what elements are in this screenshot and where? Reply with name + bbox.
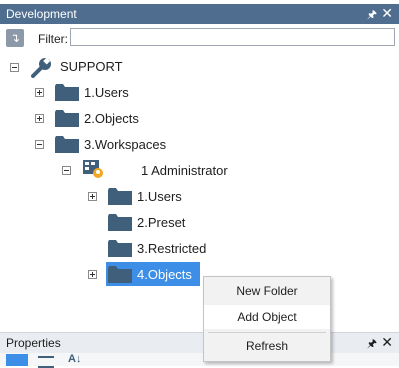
properties-toolbar: A↓ bbox=[0, 353, 399, 368]
tree-node-admin-users[interactable]: 1.Users bbox=[137, 189, 182, 204]
tree-node-restricted[interactable]: 3.Restricted bbox=[137, 241, 206, 256]
tree-node-users[interactable]: 1.Users bbox=[84, 85, 129, 100]
folder-icon bbox=[108, 214, 132, 231]
collapse-workspaces-toggle[interactable] bbox=[35, 140, 44, 149]
expand-objects-toggle[interactable] bbox=[35, 114, 44, 123]
properties-panel-title: Properties bbox=[6, 336, 61, 350]
folder-icon bbox=[55, 84, 79, 101]
expand-admin-objects-toggle[interactable] bbox=[88, 270, 97, 279]
alphabetical-sort-icon[interactable]: A↓ bbox=[68, 353, 81, 365]
close-icon[interactable]: ✕ bbox=[381, 334, 393, 351]
wrench-icon bbox=[31, 57, 51, 78]
context-menu: New Folder Add Object Refresh bbox=[203, 276, 331, 362]
pin-icon[interactable]: 🖈 bbox=[367, 335, 377, 354]
workspace-user-icon bbox=[83, 160, 103, 178]
development-panel-titlebar: Development 🖈 ✕ bbox=[0, 4, 399, 24]
menu-separator bbox=[208, 332, 326, 333]
categorized-view-icon[interactable] bbox=[6, 354, 28, 366]
tree-node-objects[interactable]: 2.Objects bbox=[84, 111, 139, 126]
filter-label: Filter: bbox=[38, 32, 68, 46]
filter-input[interactable] bbox=[70, 28, 395, 46]
expand-admin-users-toggle[interactable] bbox=[88, 192, 97, 201]
list-view-icon[interactable] bbox=[38, 356, 54, 368]
menu-item-refresh[interactable]: Refresh bbox=[204, 334, 330, 358]
menu-item-new-folder[interactable]: New Folder bbox=[204, 279, 330, 303]
expand-users-toggle[interactable] bbox=[35, 88, 44, 97]
tree-node-support[interactable]: SUPPORT bbox=[60, 59, 123, 74]
collapse-administrator-toggle[interactable] bbox=[62, 166, 71, 175]
folder-icon bbox=[108, 188, 132, 205]
tree-node-administrator[interactable]: 1 Administrator bbox=[141, 163, 228, 178]
folder-icon bbox=[108, 266, 132, 283]
navigate-icon[interactable]: ↴ bbox=[6, 29, 24, 47]
tree-node-workspaces[interactable]: 3.Workspaces bbox=[84, 137, 166, 152]
collapse-support-toggle[interactable] bbox=[10, 63, 19, 72]
folder-icon bbox=[108, 240, 132, 257]
development-panel-title: Development bbox=[6, 7, 77, 21]
folder-icon bbox=[55, 110, 79, 127]
menu-item-add-object[interactable]: Add Object bbox=[204, 305, 330, 329]
tree-node-preset[interactable]: 2.Preset bbox=[137, 215, 185, 230]
close-icon[interactable]: ✕ bbox=[381, 5, 393, 22]
properties-panel-titlebar: Properties 🖈 ✕ bbox=[0, 332, 399, 353]
folder-icon bbox=[55, 136, 79, 153]
pin-icon[interactable]: 🖈 bbox=[367, 6, 377, 25]
tree-node-admin-objects[interactable]: 4.Objects bbox=[137, 267, 192, 282]
